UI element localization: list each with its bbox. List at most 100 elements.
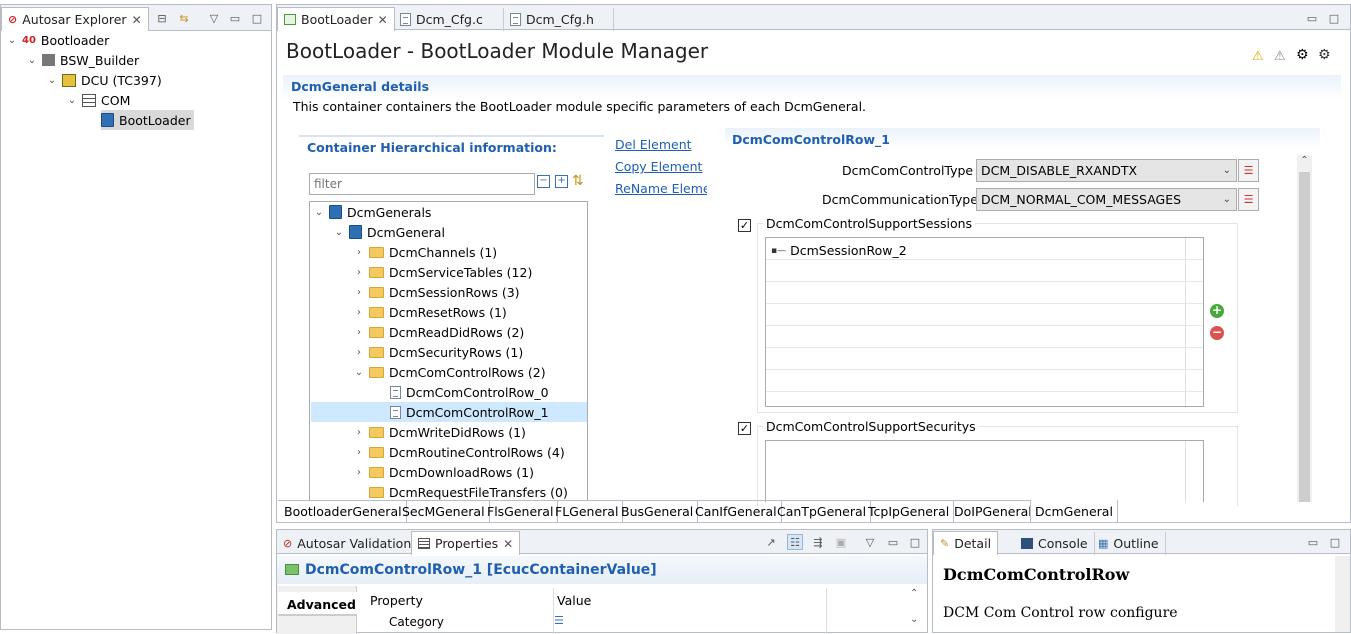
- warning-icon[interactable]: ⚠: [1252, 49, 1264, 64]
- tab-console[interactable]: Console: [1015, 532, 1095, 555]
- chevron-down-icon[interactable]: ⌄: [334, 227, 344, 238]
- view-menu-icon[interactable]: ▽: [206, 10, 222, 26]
- tree-item-dcmgenerals[interactable]: ⌄ DcmGenerals: [314, 202, 432, 222]
- tree-item-dcu[interactable]: ⌄ DCU (TC397): [47, 70, 162, 90]
- tree-item-folder[interactable]: › DcmResetRows (1): [354, 302, 507, 322]
- maximize-icon[interactable]: □: [1327, 534, 1343, 550]
- chevron-right-icon[interactable]: ›: [354, 447, 364, 458]
- minimize-icon[interactable]: ▭: [227, 10, 243, 26]
- list-button[interactable]: ☰: [1238, 159, 1259, 182]
- tab-tcpip-general[interactable]: TcpIpGeneral: [864, 501, 955, 522]
- close-icon[interactable]: ✕: [378, 13, 388, 27]
- tab-secm-general[interactable]: SecMGeneral: [398, 501, 490, 522]
- settings-icon[interactable]: ⚙: [1296, 47, 1309, 63]
- detail-scrollbar[interactable]: [1335, 556, 1350, 632]
- scroll-up-icon[interactable]: ⌃: [1297, 155, 1312, 169]
- tab-doip-general[interactable]: DoIPGeneral: [950, 501, 1037, 522]
- minimize-icon[interactable]: ▭: [885, 534, 901, 550]
- securitys-list[interactable]: [765, 440, 1204, 502]
- tree-item-bsw-builder[interactable]: ⌄ BSW_Builder: [27, 50, 139, 70]
- close-icon[interactable]: ✕: [132, 13, 142, 27]
- collapse-all-icon[interactable]: −: [537, 175, 550, 188]
- tree-item-bootloader-root[interactable]: ⌄ 40 Bootloader: [7, 30, 109, 50]
- tree-item-dcmgeneral[interactable]: ⌄ DcmGeneral: [334, 222, 445, 242]
- securitys-checkbox[interactable]: ✓: [738, 422, 751, 435]
- tab-properties[interactable]: Properties ✕: [411, 531, 521, 555]
- tab-detail[interactable]: ✎ Detail: [933, 531, 999, 555]
- chevron-right-icon[interactable]: ›: [354, 267, 364, 278]
- chevron-right-icon[interactable]: ›: [354, 467, 364, 478]
- tab-autosar-explorer[interactable]: ⊘ Autosar Explorer ✕: [1, 7, 149, 31]
- tree-item-folder[interactable]: › DcmWriteDidRows (1): [354, 422, 526, 442]
- tab-bootloader-general[interactable]: BootloaderGeneral: [280, 501, 407, 522]
- tree-item-folder[interactable]: ⌄ DcmComControlRows (2): [354, 362, 546, 382]
- tree-item-bootloader-module[interactable]: BootLoader: [101, 110, 194, 130]
- show-advanced-icon[interactable]: ⇶: [810, 534, 826, 550]
- show-categories-icon[interactable]: ☷: [787, 534, 803, 550]
- tree-item-folder[interactable]: › DcmServiceTables (12): [354, 262, 532, 282]
- tab-canif-general[interactable]: CanIfGeneral: [691, 501, 782, 522]
- chevron-down-icon[interactable]: ⌄: [354, 367, 364, 378]
- tab-dcm-cfg-h[interactable]: Dcm_Cfg.h: [504, 8, 614, 31]
- expand-all-icon[interactable]: +: [555, 175, 568, 188]
- tab-autosar-validation[interactable]: ⊘ Autosar Validation: [277, 532, 419, 555]
- chevron-down-icon[interactable]: ⌄: [67, 95, 77, 106]
- chevron-right-icon[interactable]: ›: [354, 427, 364, 438]
- tab-cantp-general[interactable]: CanTpGeneral: [773, 501, 872, 522]
- tab-fl-general[interactable]: FLGeneral: [551, 501, 624, 522]
- chevron-right-icon[interactable]: ›: [354, 307, 364, 318]
- minimize-icon[interactable]: ▭: [1304, 10, 1320, 26]
- rename-element-link[interactable]: ReName Elemer: [615, 181, 707, 196]
- link-with-editor-icon[interactable]: ⇆: [176, 10, 192, 26]
- chevron-down-icon[interactable]: ⌄: [7, 35, 17, 46]
- tab-dcm-general[interactable]: DcmGeneral: [1030, 500, 1118, 523]
- chevron-down-icon[interactable]: ⌄: [27, 55, 37, 66]
- pin-icon[interactable]: ↗: [763, 534, 779, 550]
- filter-input[interactable]: [309, 173, 535, 195]
- sessions-checkbox[interactable]: ✓: [738, 219, 751, 232]
- add-icon[interactable]: +: [1210, 304, 1224, 318]
- tab-outline[interactable]: ▦ Outline: [1092, 532, 1166, 555]
- collapse-all-icon[interactable]: ⊟: [154, 10, 170, 26]
- control-type-select[interactable]: DCM_DISABLE_RXANDTX ⌄: [976, 159, 1237, 182]
- maximize-icon[interactable]: □: [907, 534, 923, 550]
- tree-item-folder[interactable]: › DcmSecurityRows (1): [354, 342, 523, 362]
- restore-default-icon[interactable]: ▣: [833, 534, 849, 550]
- sessions-list[interactable]: ▪— DcmSessionRow_2: [765, 237, 1204, 407]
- tree-item-folder[interactable]: › DcmSessionRows (3): [354, 282, 520, 302]
- tree-item-folder[interactable]: › DcmReadDidRows (2): [354, 322, 524, 342]
- tree-item-folder[interactable]: › DcmRoutineControlRows (4): [354, 442, 565, 462]
- maximize-icon[interactable]: □: [249, 10, 265, 26]
- chevron-down-icon[interactable]: ⌄: [47, 75, 57, 86]
- form-scrollbar[interactable]: ⌃: [1297, 155, 1312, 502]
- scroll-down-icon[interactable]: ⌄: [910, 614, 918, 625]
- copy-element-link[interactable]: Copy Element: [615, 159, 702, 174]
- remove-icon[interactable]: −: [1210, 326, 1224, 340]
- tree-item-folder[interactable]: › DcmDownloadRows (1): [354, 462, 534, 482]
- scroll-up-icon[interactable]: ⌃: [910, 588, 918, 599]
- chevron-right-icon[interactable]: ›: [354, 247, 364, 258]
- tree-item-folder[interactable]: DcmRequestFileTransfers (0): [354, 482, 568, 501]
- view-menu-icon[interactable]: ▽: [862, 534, 878, 550]
- advanced-tab[interactable]: Advanced: [278, 592, 357, 616]
- chevron-down-icon[interactable]: ⌄: [314, 207, 324, 218]
- scroll-thumb[interactable]: [1299, 172, 1310, 502]
- chevron-right-icon[interactable]: ›: [354, 327, 364, 338]
- close-icon[interactable]: ✕: [503, 537, 513, 551]
- tree-item-com[interactable]: ⌄ COM: [67, 90, 131, 110]
- tab-fls-general[interactable]: FlsGeneral: [483, 501, 559, 522]
- tab-bootloader-editor[interactable]: BootLoader ✕: [277, 7, 395, 31]
- chevron-right-icon[interactable]: ›: [354, 287, 364, 298]
- sync-icon[interactable]: ⇅: [572, 173, 584, 189]
- tree-item-row[interactable]: DcmComControlRow_0: [390, 382, 549, 402]
- maximize-icon[interactable]: □: [1326, 10, 1342, 26]
- comm-type-select[interactable]: DCM_NORMAL_COM_MESSAGES ⌄: [976, 188, 1237, 211]
- tab-bus-general[interactable]: BusGeneral: [617, 501, 699, 522]
- tab-dcm-cfg-c[interactable]: Dcm_Cfg.c: [394, 8, 504, 31]
- session-row-item[interactable]: ▪— DcmSessionRow_2: [771, 243, 907, 258]
- chevron-right-icon[interactable]: ›: [354, 347, 364, 358]
- generate-icon[interactable]: ⚙: [1318, 47, 1331, 63]
- warning-gray-icon[interactable]: ⚠: [1274, 49, 1286, 64]
- tree-item-folder[interactable]: › DcmChannels (1): [354, 242, 497, 262]
- minimize-icon[interactable]: ▭: [1305, 534, 1321, 550]
